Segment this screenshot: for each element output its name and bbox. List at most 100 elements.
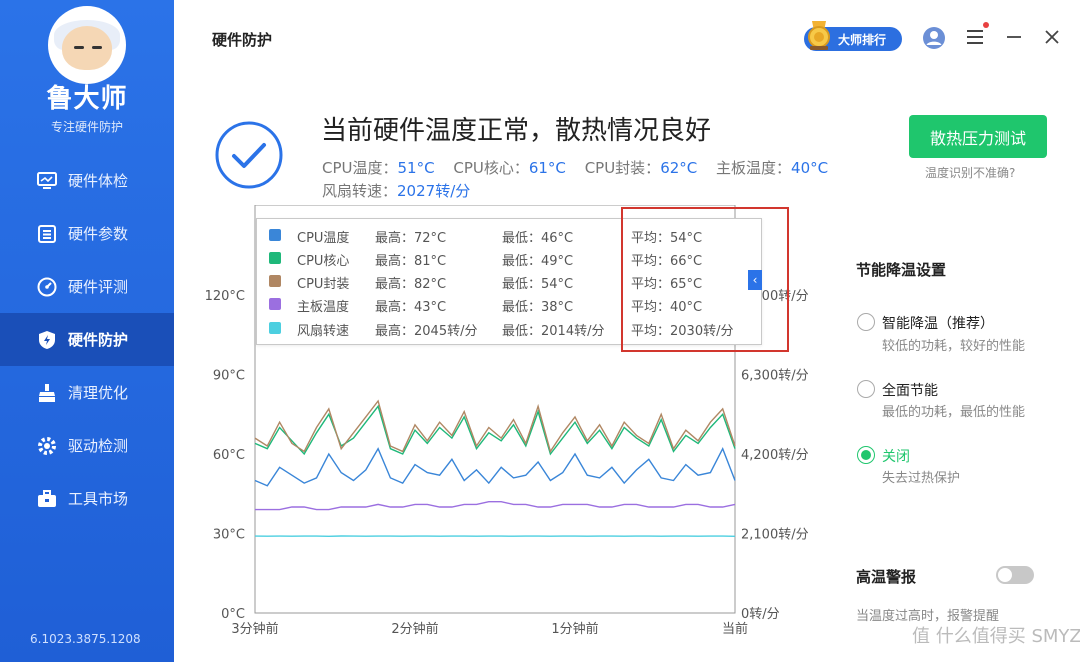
y-left-tick-label: 30°C xyxy=(213,528,245,543)
radio-full-saving[interactable] xyxy=(857,380,875,398)
legend-max: 最高：81°C xyxy=(375,254,447,269)
radio-smart-cooling[interactable] xyxy=(857,313,875,331)
y-left-tick-label: 60°C xyxy=(213,448,245,463)
cpu-pkg-value: 62°C xyxy=(660,159,698,177)
y-left-tick-label: 0°C xyxy=(221,607,245,622)
x-tick-label: 当前 xyxy=(722,621,748,637)
sidebar-item-label: 驱动检测 xyxy=(68,437,129,455)
menu-icon[interactable] xyxy=(965,27,985,47)
series-line xyxy=(254,404,736,456)
sidebar-item-label: 工具市场 xyxy=(68,490,129,508)
sidebar-item-hardware-check[interactable]: 硬件体检 xyxy=(0,154,174,207)
shield-icon xyxy=(36,329,58,351)
option-full-saving-desc: 最低的功耗，最低的性能 xyxy=(882,405,1026,420)
temperature-inaccurate-link[interactable]: 温度识别不准确? xyxy=(925,164,1015,181)
sidebar-item-hardware-params[interactable]: 硬件参数 xyxy=(0,207,174,260)
legend-min: 最低：38°C xyxy=(502,300,574,315)
fan-speed-value: 2027转/分 xyxy=(397,182,471,200)
legend-max: 最高：72°C xyxy=(375,231,447,246)
series-line xyxy=(254,446,736,487)
y-left-tick-label: 90°C xyxy=(213,369,245,384)
legend-name: CPU封装 xyxy=(297,277,350,292)
y-left-tick-label: 120°C xyxy=(205,289,245,304)
sidebar-item-tool-market[interactable]: 工具市场 xyxy=(0,472,174,525)
legend-min: 最低：54°C xyxy=(502,277,574,292)
board-temp-value: 40°C xyxy=(791,159,829,177)
cpu-temp-label: CPU温度： xyxy=(322,159,398,177)
user-icon[interactable] xyxy=(922,26,946,50)
toggle-knob xyxy=(998,568,1012,582)
x-tick-label: 3分钟前 xyxy=(231,621,278,637)
radio-off[interactable] xyxy=(857,446,875,464)
option-off-desc: 失去过热保护 xyxy=(882,471,961,486)
y-right-tick-label: 4,200转/分 xyxy=(741,448,809,463)
y-right-tick-label: 0转/分 xyxy=(741,607,780,622)
legend-name: 风扇转速 xyxy=(297,324,350,339)
sidebar-nav: 硬件体检 硬件参数 硬件评测 硬件防护 清理优化 驱动检测 工具市场 xyxy=(0,154,174,525)
logo: 鲁大师 专注硬件防护 xyxy=(0,6,174,135)
version-text: 6.1023.3875.1208 xyxy=(30,632,141,646)
series-line xyxy=(255,501,736,511)
sidebar-item-driver-check[interactable]: 驱动检测 xyxy=(0,419,174,472)
option-smart-cooling-label[interactable]: 智能降温（推荐） xyxy=(882,313,994,333)
legend-swatch xyxy=(269,252,281,264)
high-temp-alarm-toggle[interactable] xyxy=(996,566,1034,584)
sidebar-item-cleanup[interactable]: 清理优化 xyxy=(0,366,174,419)
x-tick-label: 1分钟前 xyxy=(551,621,598,637)
check-circle-icon xyxy=(215,121,283,189)
option-smart-cooling-desc: 较低的功耗，较好的性能 xyxy=(882,339,1026,354)
sidebar: 鲁大师 专注硬件防护 硬件体检 硬件参数 硬件评测 硬件防护 清理优化 驱动检测… xyxy=(0,0,174,662)
x-tick-label: 2分钟前 xyxy=(391,621,438,637)
sidebar-item-hardware-protection[interactable]: 硬件防护 xyxy=(0,313,174,366)
sidebar-item-label: 硬件评测 xyxy=(68,278,129,296)
cpu-temp-value: 51°C xyxy=(397,159,435,177)
stress-test-button[interactable]: 散热压力测试 xyxy=(909,115,1047,158)
high-temp-alarm-title: 高温警报 xyxy=(856,568,917,586)
legend-min: 最低：2014转/分 xyxy=(502,324,605,339)
legend-swatch xyxy=(269,275,281,287)
legend-min: 最低：46°C xyxy=(502,231,574,246)
sidebar-item-label: 硬件防护 xyxy=(68,331,129,349)
legend-min: 最低：49°C xyxy=(502,254,574,269)
logo-avatar-icon xyxy=(48,6,126,84)
status-fan: 风扇转速：2027转/分 xyxy=(322,180,484,201)
cpu-core-value: 61°C xyxy=(528,159,566,177)
watermark-text: 值 什么值得买 xyxy=(912,626,1026,647)
legend-name: CPU温度 xyxy=(297,231,350,246)
cpu-pkg-label: CPU封装： xyxy=(584,159,661,177)
rank-button-label: 大师排行 xyxy=(838,32,887,47)
app-name: 鲁大师 xyxy=(46,84,128,114)
toolbox-icon xyxy=(36,488,58,510)
notification-dot xyxy=(983,22,989,28)
option-off-label[interactable]: 关闭 xyxy=(882,446,910,466)
broom-icon xyxy=(36,382,58,404)
series-line xyxy=(254,399,736,454)
board-temp-label: 主板温度： xyxy=(716,159,792,177)
monitor-icon xyxy=(36,170,58,192)
status-title: 当前硬件温度正常，散热情况良好 xyxy=(321,116,712,146)
legend-max: 最高：82°C xyxy=(375,277,447,292)
watermark-site: SMYZ.NET xyxy=(1031,626,1080,647)
gear-icon xyxy=(36,435,58,457)
option-full-saving-label[interactable]: 全面节能 xyxy=(882,380,938,400)
energy-settings-title: 节能降温设置 xyxy=(856,261,947,279)
y-right-tick-label: 2,100转/分 xyxy=(741,528,809,543)
legend-name: 主板温度 xyxy=(297,300,350,315)
cpu-core-label: CPU核心： xyxy=(453,159,529,177)
rank-button[interactable]: 大师排行 xyxy=(804,21,902,51)
y-right-tick-label: 6,300转/分 xyxy=(741,369,809,384)
sidebar-item-hardware-benchmark[interactable]: 硬件评测 xyxy=(0,260,174,313)
legend-max: 最高：43°C xyxy=(375,300,447,315)
legend-max: 最高：2045转/分 xyxy=(375,324,478,339)
sidebar-item-label: 硬件参数 xyxy=(68,225,129,243)
watermark: 值 什么值得买 SMYZ.NET xyxy=(912,622,1080,648)
sidebar-item-label: 清理优化 xyxy=(68,384,129,402)
close-icon[interactable] xyxy=(1043,28,1061,46)
legend-swatch xyxy=(269,322,281,334)
gauge-icon xyxy=(36,276,58,298)
fan-speed-label: 风扇转速： xyxy=(322,182,398,200)
app-subtitle: 专注硬件防护 xyxy=(50,120,123,134)
minimize-icon[interactable] xyxy=(1005,28,1023,46)
medal-icon xyxy=(808,21,830,50)
annotation-highlight-box xyxy=(621,207,789,352)
